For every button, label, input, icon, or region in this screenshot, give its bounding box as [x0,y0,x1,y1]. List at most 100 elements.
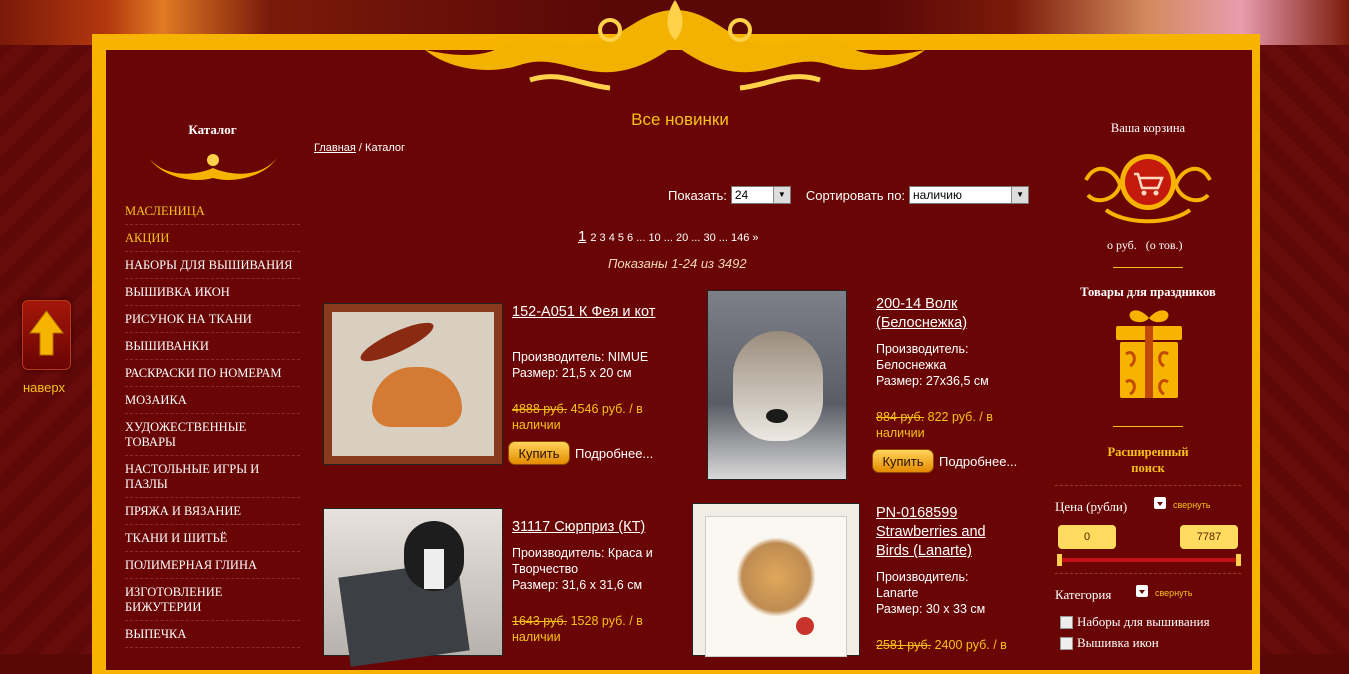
cart-title: Ваша корзина [1110,121,1186,135]
product-title[interactable]: 31117 Сюрприз (КТ) [512,518,677,537]
category-option-label: Наборы для вышивания [1077,614,1210,629]
product-image[interactable] [707,290,847,480]
product-maker: Производитель: Lanarte [876,570,969,600]
sort-label: Сортировать по: [805,187,906,203]
pagination: 1 2 3 4 5 6 ... 10 ... 20 ... 30 ... 146 … [578,228,759,245]
breadcrumb-current: Каталог [365,142,406,154]
cart-count: (о тов.) [1145,238,1183,252]
catalog-menu-item[interactable]: ТКАНИ И ШИТЬЁ [125,525,300,552]
cat-figure [372,367,462,427]
sort-value: наличию [913,188,963,202]
product-maker: Производитель: Краса и Творчество [512,546,653,576]
catalog-menu-item[interactable]: НАБОРЫ ДЛЯ ВЫШИВАНИЯ [125,252,300,279]
divider [1113,426,1183,427]
berries-figure [736,537,816,617]
breadcrumb-home-link[interactable]: Главная [314,142,356,154]
image-canvas [705,516,847,657]
gift-icon[interactable] [1112,304,1186,400]
product-title[interactable]: PN-0168599 Strawberries and Birds (Lanar… [876,504,1016,561]
buy-button[interactable]: Купить [872,449,934,473]
background-pattern-right [1252,0,1349,654]
wolf-figure [733,331,823,441]
product-image[interactable] [323,508,503,667]
catalog-menu-item[interactable]: НАСТОЛЬНЫЕ ИГРЫ И ПАЗЛЫ [125,456,300,498]
more-link[interactable]: Подробнее... [575,446,653,461]
price-max-input[interactable]: 7787 [1180,525,1238,549]
breadcrumb: Главная / Каталог [314,142,405,154]
product-old-price: 2581 руб. [876,638,932,652]
product-image[interactable] [323,303,503,465]
catalog-menu-item[interactable]: ПРЯЖА И ВЯЗАНИЕ [125,498,300,525]
product-old-price: 4888 руб. [512,402,568,416]
cart-summary: о руб. (о тов.) [1107,238,1183,253]
collapse-link[interactable]: свернуть [1155,588,1192,598]
category-option-label: Вышивка икон [1077,635,1159,650]
wolf-nose [766,409,788,423]
divider [1055,485,1241,486]
divider [1113,267,1183,268]
dog-muzzle [424,549,444,589]
collapse-toggle-icon[interactable] [1136,585,1148,597]
product-title[interactable]: 200-14 Волк (Белоснежка) [876,295,1016,333]
catalog-menu-item[interactable]: ХУДОЖЕСТВЕННЫЕ ТОВАРЫ [125,414,300,456]
scroll-up-label[interactable]: наверх [23,380,65,395]
catalog-ornament [149,154,277,180]
buy-button[interactable]: Купить [508,441,570,465]
category-option[interactable]: Вышивка икон [1060,635,1159,651]
product-new-price: 2400 руб. / в [934,638,1007,652]
catalog-menu-item[interactable]: ИЗГОТОВЛЕНИЕ БИЖУТЕРИИ [125,579,300,621]
catalog-menu-item[interactable]: МОЗАИКА [125,387,300,414]
more-link[interactable]: Подробнее... [939,454,1017,469]
checkbox[interactable] [1060,636,1073,650]
category-option[interactable]: Наборы для вышивания [1060,614,1210,630]
price-min-input[interactable]: 0 [1058,525,1116,549]
slider-handle-max[interactable] [1236,554,1241,566]
slider-handle-min[interactable] [1057,554,1062,566]
show-label: Показать: [668,187,727,203]
product-image[interactable] [692,503,860,657]
holiday-title: Товары для праздников [1080,285,1216,299]
product-size: Размер: 21,5 х 20 см [512,366,632,380]
catalog-menu-item[interactable]: ПОЛИМЕРНАЯ ГЛИНА [125,552,300,579]
catalog-menu-item[interactable]: РАСКРАСКИ ПО НОМЕРАМ [125,360,300,387]
catalog-menu-item[interactable]: МАСЛЕНИЦА [125,198,300,225]
product-old-price: 884 руб. [876,410,925,424]
advanced-search-link[interactable]: Расширенный поиск [1092,444,1204,476]
divider [1055,573,1241,574]
image-canvas [332,312,494,456]
collapse-toggle-icon[interactable] [1154,497,1166,509]
scroll-up-button[interactable] [22,300,71,370]
arrow-up-icon [29,310,64,356]
product-size: Размер: 31,6 х 31,6 см [512,578,643,592]
catalog-menu-item[interactable]: ВЫШИВАНКИ [125,333,300,360]
checkbox[interactable] [1060,615,1073,629]
product-size: Размер: 27х36,5 см [876,374,989,388]
chevron-down-icon: ▼ [1011,187,1029,203]
chevron-down-icon: ▼ [772,187,790,203]
catalog-menu-item[interactable]: ВЫПЕЧКА [125,621,300,648]
catalog-menu-item[interactable]: ВЫШИВКА ИКОН [125,279,300,306]
cart-icon[interactable] [1076,150,1220,230]
header-ornament [425,0,925,91]
per-page-value: 24 [734,188,749,202]
feather-figure [356,316,438,368]
per-page-select[interactable]: 24 ▼ [730,186,791,204]
product-old-price: 1643 руб. [512,614,568,628]
category-filter-label: Категория [1055,587,1112,602]
product-size: Размер: 30 х 33 см [876,602,986,616]
page-links[interactable]: 2 3 4 5 6 ... 10 ... 20 ... 30 ... 146 » [590,232,758,244]
cart-sum: о руб. [1107,238,1137,252]
catalog-menu-item[interactable]: РИСУНОК НА ТКАНИ [125,306,300,333]
list-controls: Показать: 24 ▼ Сортировать по: наличию ▼ [668,186,1030,204]
sort-select[interactable]: наличию ▼ [909,186,1030,204]
product-title[interactable]: 152-A051 К Фея и кот [512,303,662,322]
breadcrumb-separator: / [355,142,366,154]
collapse-link[interactable]: свернуть [1173,500,1210,510]
page-current[interactable]: 1 [578,228,586,245]
page-title: Все новинки [631,110,729,129]
price-slider[interactable] [1057,554,1241,566]
catalog-menu-item[interactable]: АКЦИИ [125,225,300,252]
product-maker: Производитель: Белоснежка [876,342,969,372]
catalog-title: Каталог [188,122,237,137]
results-count: Показаны 1-24 из 3492 [608,256,747,271]
